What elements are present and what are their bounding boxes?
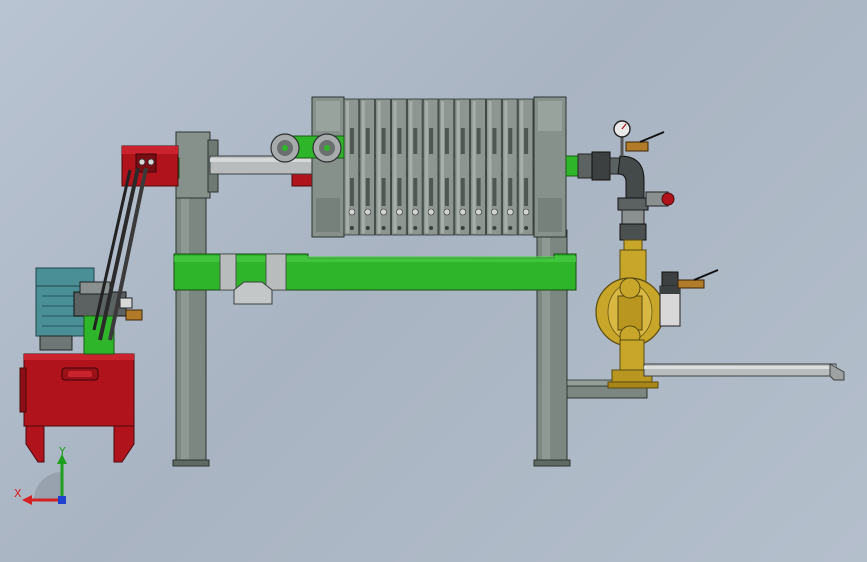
feed-manifold xyxy=(565,120,675,251)
filter-plate xyxy=(359,98,376,236)
drip-tray xyxy=(173,253,577,305)
z-axis-marker xyxy=(58,496,66,504)
x-axis-arrowhead xyxy=(22,495,32,505)
filter-plate xyxy=(517,98,534,236)
filter-plate xyxy=(454,98,471,236)
pressing-plate xyxy=(311,96,345,238)
triad-plane xyxy=(34,472,62,500)
x-axis-label: X xyxy=(14,487,22,500)
filter-plate xyxy=(470,98,486,236)
tail-plate xyxy=(533,96,567,238)
plate-shifter-trolley xyxy=(270,133,345,163)
filter-plate xyxy=(486,98,502,236)
filter-plate xyxy=(375,98,391,236)
air-regulator xyxy=(659,269,719,327)
hydraulic-power-unit xyxy=(19,167,148,463)
filter-press-assembly-model[interactable]: Y X xyxy=(0,0,867,562)
filter-plate xyxy=(438,98,455,236)
cad-viewport[interactable]: Y X xyxy=(0,0,867,562)
filter-plate xyxy=(406,98,423,236)
filter-press-frame xyxy=(172,195,648,467)
filter-plate xyxy=(343,98,360,236)
filter-plate xyxy=(422,98,439,236)
filter-plate xyxy=(501,98,518,236)
y-axis-label: Y xyxy=(58,445,66,458)
outlet-pipe xyxy=(643,363,845,381)
filter-plate xyxy=(391,98,407,236)
